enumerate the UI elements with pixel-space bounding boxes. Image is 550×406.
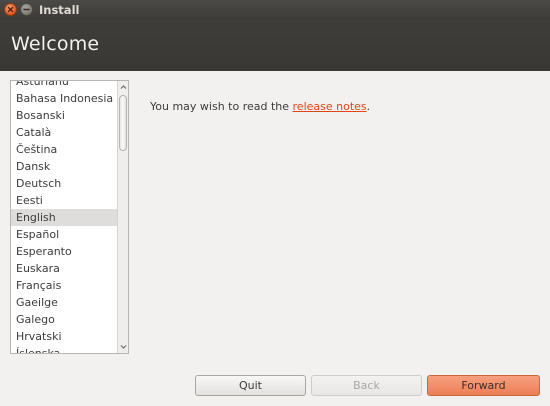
title-bar: Install: [0, 0, 550, 20]
minimize-window-button[interactable]: [20, 3, 33, 16]
language-item[interactable]: Dansk: [11, 158, 118, 175]
language-list[interactable]: Asturianu Bahasa Indonesia Bosanski Català Č…: [10, 80, 129, 354]
language-item[interactable]: Bosanski: [11, 107, 118, 124]
language-item[interactable]: Deutsch: [11, 175, 118, 192]
language-item[interactable]: Français: [11, 277, 118, 294]
language-list-items: Asturianu Bahasa Indonesia Bosanski Català Č…: [11, 81, 118, 353]
header-banner: Welcome: [0, 20, 550, 71]
language-item[interactable]: Català: [11, 124, 118, 141]
window-title: Install: [39, 3, 80, 17]
language-item[interactable]: Gaeilge: [11, 294, 118, 311]
page-title: Welcome: [11, 33, 100, 55]
forward-button[interactable]: Forward: [427, 375, 540, 396]
release-notes-prefix: You may wish to read the: [150, 100, 293, 113]
release-notes-link[interactable]: release notes: [293, 100, 367, 113]
language-item[interactable]: Asturianu: [11, 81, 118, 90]
language-item[interactable]: Galego: [11, 311, 118, 328]
language-item[interactable]: Hrvatski: [11, 328, 118, 345]
language-item[interactable]: Euskara: [11, 260, 118, 277]
language-item[interactable]: English: [11, 209, 118, 226]
language-item[interactable]: Español: [11, 226, 118, 243]
back-button[interactable]: Back: [311, 375, 422, 396]
scroll-down-icon[interactable]: [119, 343, 128, 351]
language-list-scrollbar[interactable]: [117, 81, 128, 353]
scroll-thumb[interactable]: [119, 95, 127, 151]
close-icon: [7, 6, 14, 13]
language-item[interactable]: Eesti: [11, 192, 118, 209]
language-item[interactable]: Bahasa Indonesia: [11, 90, 118, 107]
release-notes-text: You may wish to read the release notes.: [150, 100, 370, 113]
minimize-icon: [23, 8, 30, 11]
language-item[interactable]: Íslenska: [11, 345, 118, 353]
language-item[interactable]: Esperanto: [11, 243, 118, 260]
release-notes-suffix: .: [366, 100, 371, 113]
close-window-button[interactable]: [4, 3, 17, 16]
quit-button[interactable]: Quit: [195, 375, 306, 396]
scroll-up-icon[interactable]: [119, 83, 128, 91]
language-item[interactable]: Čeština: [11, 141, 118, 158]
